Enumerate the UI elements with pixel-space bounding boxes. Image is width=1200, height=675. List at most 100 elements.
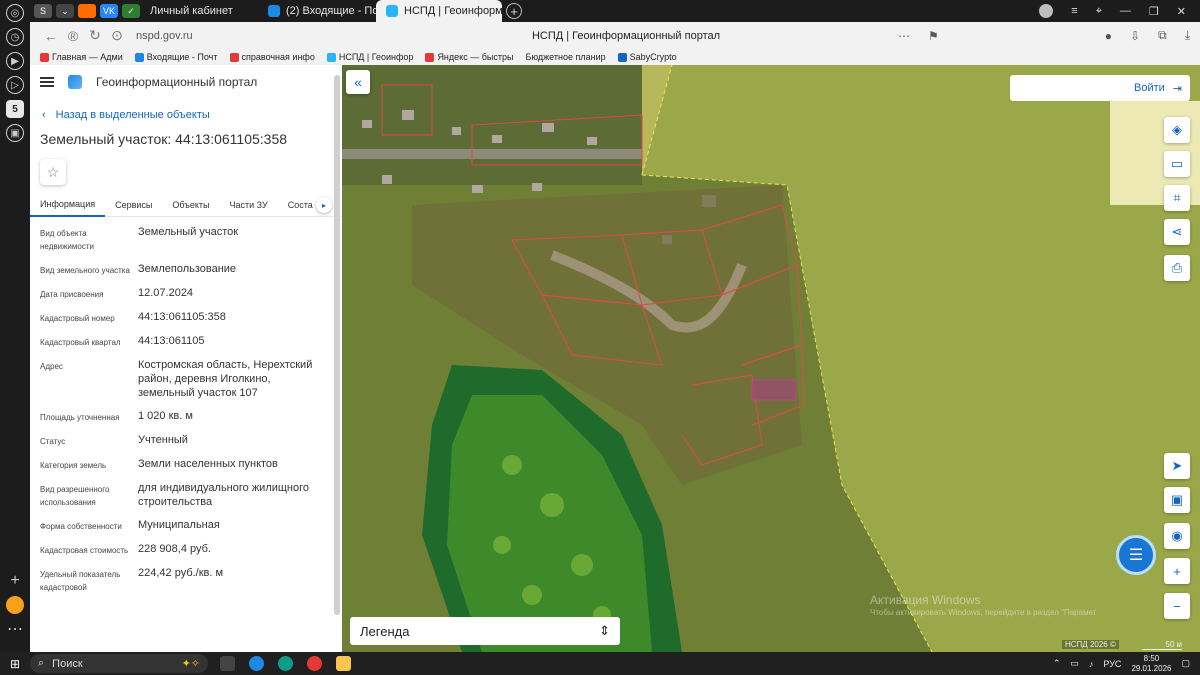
map-view[interactable]: « Войти ⇥ ◈ ▭ ⌗ ⋖ ⎙ ➤ ▣ ◉ + − ☰ Активаци… [342, 65, 1200, 652]
panel-scrollbar[interactable] [334, 75, 340, 615]
bookmark-icon [229, 52, 239, 62]
property-key: Кадастровый номер [40, 314, 115, 323]
property-row: Площадь уточненная 1 020 кв. м [40, 409, 342, 424]
ruler-icon[interactable]: ▭ [1164, 151, 1190, 177]
bookmark-icon [134, 52, 144, 62]
pinned-tab-orange-icon[interactable] [78, 4, 96, 18]
history-icon[interactable]: ◷ [6, 28, 24, 46]
search-label: Поиск [52, 657, 83, 670]
bookmark-icon [617, 52, 627, 62]
tab-services[interactable]: Сервисы [105, 193, 162, 217]
bookmark-item[interactable]: Яндекс — быстры [425, 52, 513, 62]
pin-window-icon[interactable]: ⌖ [1096, 5, 1102, 18]
login-icon: ⇥ [1172, 82, 1182, 95]
print-icon[interactable]: ⎙ [1164, 255, 1190, 281]
locate-icon[interactable]: ➤ [1164, 453, 1190, 479]
tray-expand-icon[interactable]: ⌃ [1053, 658, 1061, 669]
badge-5-icon[interactable]: 5 [6, 100, 24, 118]
more-options-icon[interactable]: ⋯ [898, 29, 910, 43]
restore-icon[interactable]: ❐ [1149, 5, 1159, 18]
downloads-icon[interactable]: ⇩ [1130, 29, 1140, 43]
tab-nspd[interactable]: НСПД | Геоинформаци ✕ [376, 0, 502, 22]
pinned-tab-check-icon[interactable]: ✓ [122, 4, 140, 18]
url-field[interactable]: nspd.gov.ru [136, 30, 476, 42]
edge-icon[interactable] [278, 656, 293, 671]
zoom-out-button[interactable]: − [1164, 593, 1190, 619]
tab-land-parts[interactable]: Части ЗУ [220, 193, 278, 217]
select-area-icon[interactable]: ⌗ [1164, 185, 1190, 211]
geo-search-icon[interactable]: ◉ [1164, 523, 1190, 549]
bookmark-label: справочная инфо [241, 52, 315, 62]
language-indicator[interactable]: РУС [1103, 659, 1121, 669]
property-value: 224,42 руб./кв. м [138, 567, 224, 579]
download-arrow-icon[interactable]: ⤓ [1185, 28, 1190, 43]
volume-icon[interactable]: ♪ [1089, 659, 1094, 669]
hamburger-menu-icon[interactable] [40, 77, 54, 87]
more-icon[interactable]: ⋯ [6, 620, 24, 638]
tab-mail[interactable]: (2) Входящие - Почта [258, 0, 376, 22]
panel-tabs: Информация Сервисы Объекты Части ЗУ Сост… [30, 193, 342, 217]
bookmark-item[interactable]: справочная инфо [229, 52, 315, 62]
mail-icon [268, 5, 280, 17]
property-key: Вид объекта недвижимости [40, 229, 94, 251]
menu-icon[interactable]: ≡ [1071, 5, 1077, 17]
bookmark-icon[interactable]: ⚑ [928, 29, 939, 43]
extension-icon[interactable]: ● [1105, 29, 1112, 43]
home-icon[interactable]: ◎ [6, 4, 24, 22]
pinned-tab-s-icon[interactable]: S [34, 4, 52, 18]
favorite-star-icon[interactable]: ☆ [40, 159, 66, 185]
bookmark-item[interactable]: SabyCrypto [617, 52, 677, 62]
gallery-icon[interactable]: ▣ [6, 124, 24, 142]
login-button[interactable]: Войти ⇥ [1010, 75, 1190, 101]
property-key: Адрес [40, 362, 63, 371]
minimize-icon[interactable]: — [1120, 5, 1131, 17]
protect-icon[interactable]: ® [62, 28, 84, 44]
property-row: Вид объекта недвижимости Земельный участо… [40, 225, 342, 253]
ie-icon[interactable] [249, 656, 264, 671]
bookmark-item[interactable]: Бюджетное планир [525, 52, 605, 62]
back-link-label: Назад в выделенные объекты [55, 109, 210, 121]
close-window-icon[interactable]: ✕ [1177, 5, 1186, 18]
legend-label: Легенда [360, 623, 410, 639]
basemap-icon[interactable]: ▣ [1164, 487, 1190, 513]
tabs-scroll-right-icon[interactable]: ▸ [316, 197, 332, 213]
bookmarks-bar: Главная — Адми Входящие - Почт справочна… [30, 49, 1200, 65]
bookmark-item[interactable]: Входящие - Почт [134, 52, 218, 62]
notifications-icon[interactable]: ▢ [1181, 658, 1190, 669]
object-title: Земельный участок: 44:13:061105:358 [40, 131, 288, 147]
legend-dropdown[interactable]: Легенда ⇕ [350, 617, 620, 645]
tab-personal-cabinet[interactable]: Личный кабинет [140, 0, 258, 22]
task-view-icon[interactable] [220, 656, 235, 671]
property-key: Кадастровый квартал [40, 338, 121, 347]
add-panel-icon[interactable]: + [6, 572, 24, 590]
page-title: НСПД | Геоинформационный портал [531, 29, 721, 42]
yandex-browser-icon[interactable] [307, 656, 322, 671]
bookmark-icon [326, 52, 336, 62]
profile-icon[interactable] [1039, 4, 1054, 18]
login-label: Войти [1133, 82, 1165, 94]
back-link[interactable]: ‹ Назад в выделенные объекты [30, 109, 342, 121]
collapse-panel-button[interactable]: « [346, 70, 370, 94]
tab-dropdown-icon[interactable]: ⌄ [56, 4, 74, 18]
tab-information[interactable]: Информация [30, 193, 106, 217]
chat-icon[interactable]: ☰ [1116, 535, 1156, 575]
back-icon[interactable]: ← [40, 28, 62, 44]
network-icon[interactable]: ▭ [1070, 658, 1079, 669]
windows-start-icon[interactable]: ⊞ [0, 657, 30, 671]
share-icon[interactable]: ⋖ [1164, 219, 1190, 245]
file-explorer-icon[interactable] [336, 656, 351, 671]
new-tab-button[interactable]: + [506, 3, 522, 19]
taskbar-search[interactable]: ⌕ Поиск ✦✧ [30, 654, 208, 673]
zoom-in-button[interactable]: + [1164, 558, 1190, 584]
selected-parcel[interactable] [751, 379, 797, 401]
clock[interactable]: 8:50 29.01.2026 [1131, 654, 1171, 674]
share-icon[interactable]: ⧉ [1158, 28, 1167, 43]
media-icon[interactable]: ▷ [6, 76, 24, 94]
layers-icon[interactable]: ◈ [1164, 117, 1190, 143]
bookmark-item[interactable]: НСПД | Геоинфор [326, 52, 413, 62]
tab-objects[interactable]: Объекты [162, 193, 219, 217]
play-icon[interactable]: ▶ [6, 52, 24, 70]
reload-icon[interactable]: ↻ [84, 27, 106, 44]
pinned-tab-vk-icon[interactable]: VK [100, 4, 118, 18]
bookmark-item[interactable]: Главная — Адми [40, 52, 123, 62]
